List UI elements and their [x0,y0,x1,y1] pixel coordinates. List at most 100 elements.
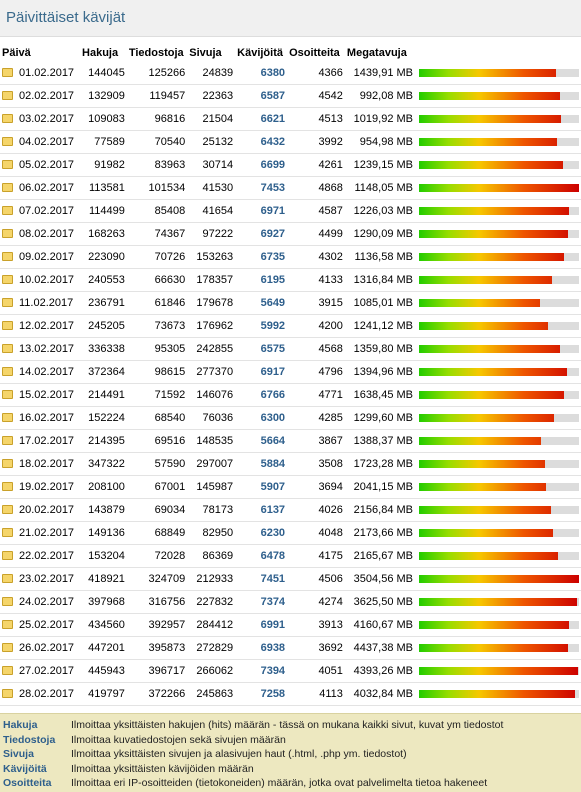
row-hits: 447201 [88,642,125,654]
row-sites: 3915 [318,297,343,309]
row-date-label: 26.02.2017 [19,642,75,654]
row-visits: 6575 [260,343,286,355]
row-date[interactable]: 25.02.2017 [0,614,80,637]
row-date[interactable]: 13.02.2017 [0,338,80,361]
row-date[interactable]: 19.02.2017 [0,476,80,499]
row-visits: 6137 [260,504,286,516]
row-date[interactable]: 18.02.2017 [0,453,80,476]
row-hits: 143879 [88,504,125,516]
row-pages: 22363 [202,90,234,102]
row-date[interactable]: 17.02.2017 [0,430,80,453]
table-row: 20.02.2017 143879 69034 78173 6137 4026 2156,8… [0,499,581,522]
row-sites: 4771 [318,389,343,401]
row-date-label: 20.02.2017 [19,504,75,516]
visits-bar-fill [419,276,552,284]
row-date[interactable]: 06.02.2017 [0,177,80,200]
row-bar-cell [415,200,581,223]
row-pages: 97222 [202,228,234,240]
row-date[interactable]: 24.02.2017 [0,591,80,614]
row-date[interactable]: 08.02.2017 [0,223,80,246]
row-date-label: 14.02.2017 [19,366,75,378]
row-files: 85408 [154,205,186,217]
row-date[interactable]: 11.02.2017 [0,292,80,315]
row-pages: 76036 [202,412,234,424]
row-date[interactable]: 21.02.2017 [0,522,80,545]
row-date[interactable]: 14.02.2017 [0,361,80,384]
visits-bar [419,322,579,330]
row-pages: 153263 [196,251,234,263]
folder-icon [2,550,13,560]
row-sites: 4261 [318,159,343,171]
table-row: 15.02.2017 214491 71592 146076 6766 4771 1638,… [0,384,581,407]
row-files: 316756 [148,596,186,608]
row-pages: 179678 [196,297,234,309]
row-date[interactable]: 10.02.2017 [0,269,80,292]
col-pages-header: Sivuja [189,47,222,59]
row-date[interactable]: 02.02.2017 [0,85,80,108]
visits-bar [419,437,579,445]
row-bar-cell [415,614,581,637]
folder-icon [2,504,13,514]
row-pages: 284412 [196,619,234,631]
row-date[interactable]: 12.02.2017 [0,315,80,338]
visits-bar [419,161,579,169]
row-date[interactable]: 05.02.2017 [0,154,80,177]
visits-bar-fill [419,299,540,307]
row-date[interactable]: 22.02.2017 [0,545,80,568]
row-mb: 1638,45 MB [353,389,413,401]
table-row: 19.02.2017 208100 67001 145987 5907 3694 2041,… [0,476,581,499]
row-date[interactable]: 03.02.2017 [0,108,80,131]
col-sites-header: Osoitteita [289,47,340,59]
row-date[interactable]: 04.02.2017 [0,131,80,154]
visits-bar-fill [419,437,541,445]
row-visits: 6917 [260,366,286,378]
row-date[interactable]: 07.02.2017 [0,200,80,223]
row-visits: 5907 [260,481,286,493]
row-pages: 227832 [196,596,234,608]
row-bar-cell [415,591,581,614]
row-bar-cell [415,384,581,407]
row-date[interactable]: 20.02.2017 [0,499,80,522]
row-mb: 2041,15 MB [353,481,413,493]
row-date-label: 18.02.2017 [19,458,75,470]
row-mb: 2173,66 MB [353,527,413,539]
row-files: 72028 [154,550,186,562]
table-row: 06.02.2017 113581 101534 41530 7453 4868 1148,… [0,177,581,200]
row-date[interactable]: 16.02.2017 [0,407,80,430]
row-date[interactable]: 15.02.2017 [0,384,80,407]
visits-bar-fill [419,598,577,606]
visits-bar [419,667,579,675]
row-visits: 5992 [260,320,286,332]
row-sites: 4506 [318,573,343,585]
row-sites: 4113 [319,688,343,700]
row-mb: 1359,80 MB [353,343,413,355]
row-visits: 6478 [260,550,286,562]
row-bar-cell [415,292,581,315]
row-hits: 109083 [88,113,125,125]
visits-bar [419,92,579,100]
row-date[interactable]: 26.02.2017 [0,637,80,660]
row-sites: 4499 [318,228,343,240]
row-sites: 4302 [318,251,343,263]
col-visits-header: Kävijöitä [237,47,283,59]
row-date[interactable]: 23.02.2017 [0,568,80,591]
row-date[interactable]: 27.02.2017 [0,660,80,683]
row-date[interactable]: 09.02.2017 [0,246,80,269]
col-hits-header: Hakuja [82,47,119,59]
row-files: 70540 [154,136,186,148]
row-sites: 4048 [318,527,343,539]
row-hits: 91982 [94,159,125,171]
row-date[interactable]: 28.02.2017 [0,683,80,706]
row-date-label: 02.02.2017 [19,90,75,102]
row-bar-cell [415,108,581,131]
visits-bar [419,575,579,583]
folder-icon [2,481,13,491]
row-bar-cell [415,430,581,453]
row-bar-cell [415,131,581,154]
visits-bar-fill [419,667,578,675]
table-row: 21.02.2017 149136 68849 82950 6230 4048 2173,6… [0,522,581,545]
row-hits: 168263 [88,228,125,240]
row-files: 119457 [149,90,186,102]
row-date[interactable]: 01.02.2017 [0,62,80,85]
row-date-label: 21.02.2017 [19,527,75,539]
